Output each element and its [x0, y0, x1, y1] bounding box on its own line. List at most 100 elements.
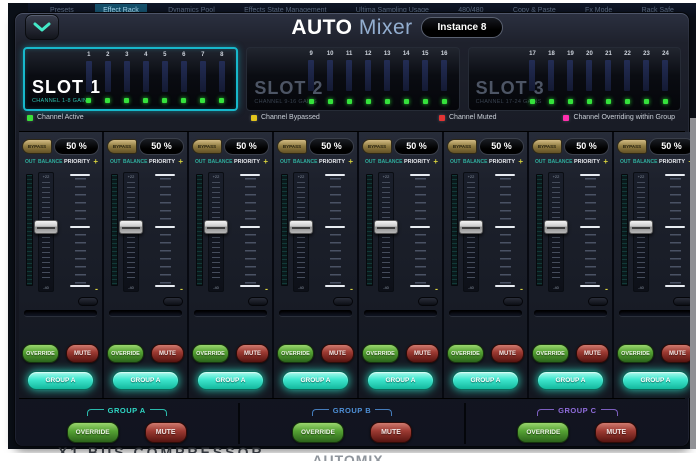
channel-active-led [347, 99, 352, 104]
channel-strip: BYPASS 50 % OUT BALANCE PRIORITY + +22 -… [444, 132, 527, 398]
priority-scale[interactable]: - [410, 172, 436, 292]
slot-panel[interactable]: SLOT 1 CHANNEL 1-8 GAINS 1 2 3 4 5 6 7 [23, 47, 238, 111]
priority-minus-mark: - [520, 285, 523, 293]
group-assign-button[interactable]: GROUP A [452, 371, 518, 390]
channel-number: 3 [125, 52, 128, 60]
gain-value-display[interactable]: 50 % [139, 138, 184, 155]
priority-scale[interactable]: - [495, 172, 521, 292]
slot-panel[interactable]: SLOT 2 CHANNEL 9-16 GAINS 9 10 11 12 13 … [246, 47, 459, 111]
channel-active-led [442, 99, 447, 104]
group-assign-button[interactable]: GROUP A [197, 371, 263, 390]
out-meter [621, 174, 628, 286]
override-button[interactable]: OVERRIDE [362, 344, 399, 363]
priority-scale[interactable]: - [665, 172, 691, 292]
strip-collapse-button[interactable] [333, 297, 353, 306]
balance-fader-track[interactable]: +22 -40 [463, 172, 479, 292]
group-assign-button[interactable]: GROUP A [622, 371, 688, 390]
mute-button[interactable]: MUTE [491, 344, 524, 363]
override-button[interactable]: OVERRIDE [617, 344, 654, 363]
override-button[interactable]: OVERRIDE [107, 344, 144, 363]
group-assign-button[interactable]: GROUP A [537, 371, 603, 390]
out-meter [536, 174, 543, 286]
gain-value-display[interactable]: 50 % [394, 138, 439, 155]
priority-scale[interactable]: - [155, 172, 181, 292]
channel-number: 1 [87, 52, 90, 60]
channel-active-led [404, 99, 409, 104]
group-mute-button[interactable]: MUTE [370, 422, 412, 443]
strip-collapse-button[interactable] [248, 297, 268, 306]
mute-button[interactable]: MUTE [321, 344, 354, 363]
gain-value-display[interactable]: 50 % [479, 138, 524, 155]
strip-collapse-button[interactable] [418, 297, 438, 306]
balance-fader-knob[interactable] [374, 220, 398, 234]
bypass-button[interactable]: BYPASS [532, 139, 562, 154]
override-button[interactable]: OVERRIDE [22, 344, 59, 363]
scale-bottom-label: -40 [464, 285, 478, 290]
legend-label: Channel Overriding within Group [573, 114, 675, 121]
group-mute-button[interactable]: MUTE [595, 422, 637, 443]
channel-indicator: 2 [98, 52, 117, 105]
group-assign-button[interactable]: GROUP A [27, 371, 93, 390]
gain-value-display[interactable]: 50 % [309, 138, 354, 155]
balance-fader-knob[interactable] [119, 220, 143, 234]
group-mute-button[interactable]: MUTE [145, 422, 187, 443]
override-button[interactable]: OVERRIDE [532, 344, 569, 363]
balance-fader-knob[interactable] [204, 220, 228, 234]
strip-collapse-button[interactable] [588, 297, 608, 306]
balance-fader-track[interactable]: +22 -40 [633, 172, 649, 292]
gain-value-display[interactable]: 50 % [224, 138, 269, 155]
channel-gain-bar [422, 60, 428, 91]
slot-panel[interactable]: SLOT 3 CHANNEL 17-24 GAINS 17 18 19 20 2… [468, 47, 681, 111]
balance-fader-track[interactable]: +22 -40 [548, 172, 564, 292]
bypass-button[interactable]: BYPASS [277, 139, 307, 154]
priority-plus-mark: + [178, 157, 183, 166]
override-button[interactable]: OVERRIDE [277, 344, 314, 363]
bypass-button[interactable]: BYPASS [107, 139, 137, 154]
group-override-button[interactable]: OVERRIDE [517, 422, 569, 443]
balance-fader-track[interactable]: +22 -40 [293, 172, 309, 292]
gain-value-display[interactable]: 50 % [649, 138, 694, 155]
mute-button[interactable]: MUTE [576, 344, 609, 363]
strip-collapse-button[interactable] [163, 297, 183, 306]
channel-indicator: 13 [378, 51, 397, 106]
group-assign-button[interactable]: GROUP A [282, 371, 348, 390]
bypass-button[interactable]: BYPASS [617, 139, 647, 154]
balance-label: BALANCE [548, 159, 572, 165]
balance-fader-track[interactable]: +22 -40 [208, 172, 224, 292]
balance-fader-knob[interactable] [544, 220, 568, 234]
bypass-button[interactable]: BYPASS [362, 139, 392, 154]
bypass-button[interactable]: BYPASS [22, 139, 52, 154]
priority-scale[interactable]: - [70, 172, 96, 292]
priority-scale[interactable]: - [580, 172, 606, 292]
priority-scale[interactable]: - [325, 172, 351, 292]
channel-indicator: 9 [302, 51, 321, 106]
balance-fader-track[interactable]: +22 -40 [38, 172, 54, 292]
mute-button[interactable]: MUTE [151, 344, 184, 363]
balance-fader-track[interactable]: +22 -40 [378, 172, 394, 292]
strip-collapse-button[interactable] [78, 297, 98, 306]
override-button[interactable]: OVERRIDE [192, 344, 229, 363]
gain-value-display[interactable]: 50 % [564, 138, 609, 155]
group-header: GROUP A [87, 406, 167, 419]
gain-value-display[interactable]: 50 % [54, 138, 99, 155]
balance-fader-knob[interactable] [289, 220, 313, 234]
instance-selector[interactable]: Instance 8 [421, 17, 503, 38]
group-override-button[interactable]: OVERRIDE [292, 422, 344, 443]
priority-mid-mark [325, 226, 345, 228]
bypass-button[interactable]: BYPASS [447, 139, 477, 154]
group-assign-button[interactable]: GROUP A [367, 371, 433, 390]
balance-fader-knob[interactable] [34, 220, 58, 234]
mute-button[interactable]: MUTE [66, 344, 99, 363]
channel-strip: BYPASS 50 % OUT BALANCE PRIORITY + +22 -… [19, 132, 102, 398]
group-override-button[interactable]: OVERRIDE [67, 422, 119, 443]
priority-scale[interactable]: - [240, 172, 266, 292]
mute-button[interactable]: MUTE [406, 344, 439, 363]
override-button[interactable]: OVERRIDE [447, 344, 484, 363]
mute-button[interactable]: MUTE [236, 344, 269, 363]
bypass-button[interactable]: BYPASS [192, 139, 222, 154]
balance-fader-track[interactable]: +22 -40 [123, 172, 139, 292]
strip-collapse-button[interactable] [503, 297, 523, 306]
balance-fader-knob[interactable] [459, 220, 483, 234]
balance-fader-knob[interactable] [629, 220, 653, 234]
group-assign-button[interactable]: GROUP A [112, 371, 178, 390]
